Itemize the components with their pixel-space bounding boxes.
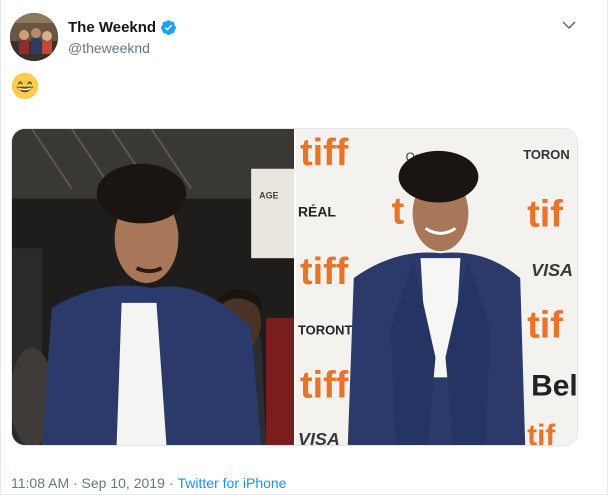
photo-right-image: tiff Ont TORON RÉAL t tif tiff VISA tif … xyxy=(296,129,577,445)
avatar-photo-icon xyxy=(10,13,58,61)
verified-badge-icon xyxy=(161,20,177,35)
backdrop-tiff-3: tiff xyxy=(300,364,349,406)
backdrop-tiff-2: tiff xyxy=(300,251,349,293)
backdrop-tiff-1: tiff xyxy=(300,132,349,174)
user-name-row[interactable]: The Weeknd xyxy=(68,19,177,36)
grinning-face-emoji-icon xyxy=(11,72,39,100)
backdrop-toronto-top: TORON xyxy=(523,147,570,162)
backdrop-bell: Bel xyxy=(531,369,577,402)
backdrop-tif-2: tif xyxy=(527,305,563,347)
backdrop-tif-1: tif xyxy=(527,193,563,235)
backdrop-tif-3: tif xyxy=(527,419,555,445)
meta-separator: · xyxy=(168,475,174,491)
display-name[interactable]: The Weeknd xyxy=(68,19,156,36)
tweet-meta: 11:08 AM · Sep 10, 2019 · Twitter for iP… xyxy=(11,475,286,491)
photo-left[interactable]: AGE xyxy=(12,129,294,445)
photo-left-image: AGE xyxy=(12,129,294,445)
timestamp-link[interactable]: 11:08 AM · Sep 10, 2019 xyxy=(11,475,165,491)
media-grid: AGE tiff Ont TORON RÉAL t xyxy=(11,128,578,446)
backdrop-text: AGE xyxy=(259,191,278,201)
avatar[interactable] xyxy=(10,13,58,61)
backdrop-loreal: RÉAL xyxy=(298,203,336,219)
photo-right[interactable]: tiff Ont TORON RÉAL t tif tiff VISA tif … xyxy=(294,129,577,445)
source-link[interactable]: Twitter for iPhone xyxy=(178,475,287,491)
user-handle[interactable]: @theweeknd xyxy=(68,40,150,56)
chevron-down-icon[interactable] xyxy=(561,17,577,33)
backdrop-visa-2: VISA xyxy=(298,429,340,445)
backdrop-partial-tif: t xyxy=(392,190,405,232)
backdrop-visa-1: VISA xyxy=(531,260,573,280)
tweet-card: The Weeknd @theweeknd AGE tiff TORON RÉA… xyxy=(0,0,608,495)
